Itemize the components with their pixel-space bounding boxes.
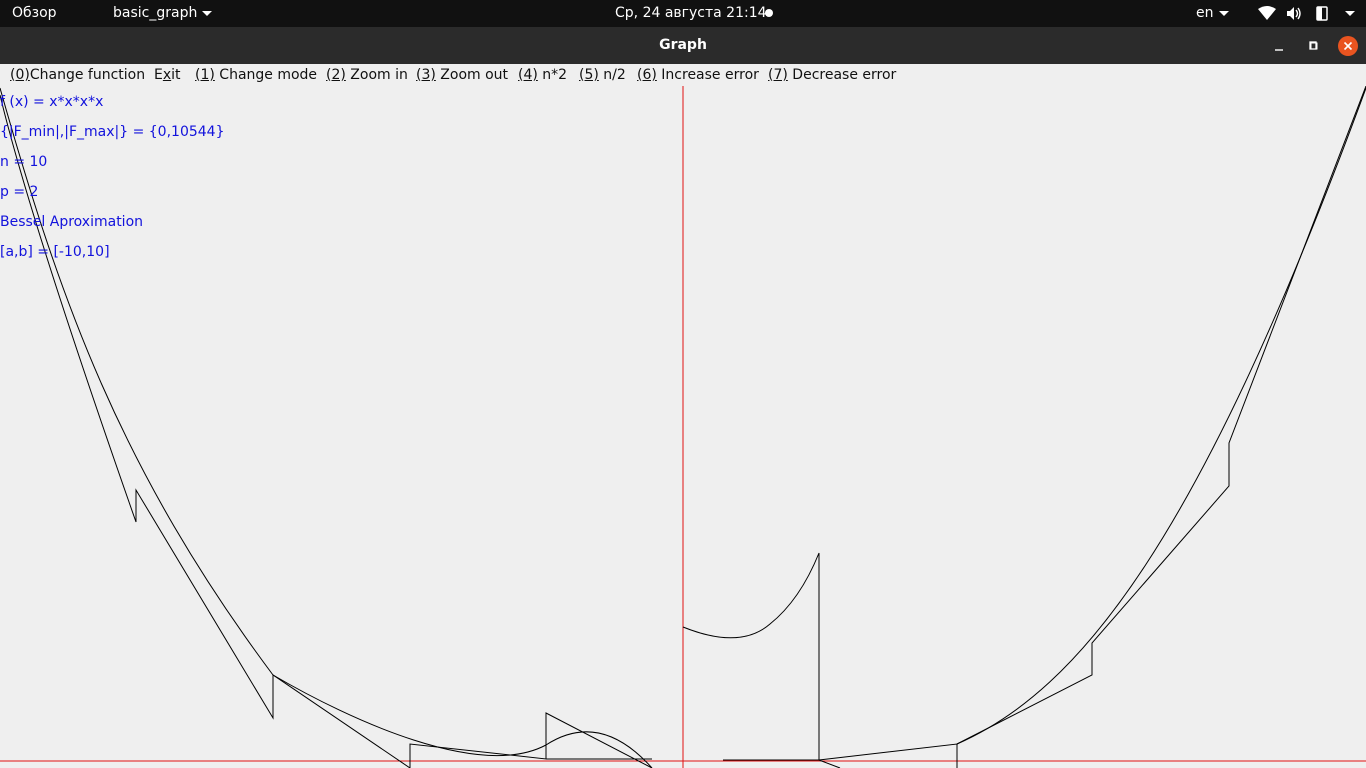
battery-icon[interactable] (1314, 6, 1332, 21)
graph-svg (0, 86, 1366, 768)
chevron-down-icon[interactable] (1345, 11, 1355, 16)
app-menu[interactable]: basic_graph (113, 5, 213, 22)
menu-label: Increase error (656, 67, 759, 83)
menu-decrease-error[interactable]: (7) Decrease error (768, 67, 896, 83)
shortcut-key: (5) (579, 67, 599, 83)
volume-icon[interactable] (1286, 6, 1302, 21)
language-switcher[interactable]: en (1196, 5, 1229, 22)
menu-label: Zoom out (435, 67, 509, 83)
shortcut-key: (7) (768, 67, 788, 83)
shortcut-key: x (162, 67, 172, 83)
language-label: en (1196, 5, 1214, 21)
menu-exit[interactable]: Exit (154, 67, 181, 83)
shortcut-key: (2) (326, 67, 346, 83)
info-method: Bessel Aproximation (0, 214, 144, 230)
minimize-icon[interactable] (1271, 38, 1287, 54)
graph-canvas[interactable]: f (x) = x*x*x*x {|F_min|,|F_max|} = {0,1… (0, 86, 1366, 768)
window-title: Graph (659, 37, 707, 53)
menu-label: n/2 (598, 67, 626, 83)
close-icon[interactable] (1338, 36, 1358, 56)
chevron-down-icon (1218, 10, 1229, 16)
shortcut-key: (0) (10, 67, 30, 83)
menu-zoom-out[interactable]: (3) Zoom out (416, 67, 508, 83)
info-n: n = 10 (0, 154, 48, 170)
wifi-icon[interactable] (1258, 6, 1276, 21)
menu-label: Zoom in (345, 67, 408, 83)
top-bar: Обзор basic_graph Ср, 24 августа 21:14 e… (0, 0, 1366, 27)
menu-label: E (154, 67, 163, 83)
menu-label: n*2 (537, 67, 568, 83)
menu-change-function[interactable]: (0)Change function (10, 67, 145, 83)
menu-label: Change function (29, 67, 146, 83)
menu-label: Change mode (214, 67, 318, 83)
info-range: {|F_min|,|F_max|} = {0,10544} (0, 124, 225, 140)
info-interval: [a,b] = [-10,10] (0, 244, 110, 260)
app-menu-label: basic_graph (113, 5, 198, 21)
shortcut-key: (4) (518, 67, 538, 83)
info-function: f (x) = x*x*x*x (0, 94, 104, 110)
notification-dot-icon (765, 9, 773, 17)
info-p: p = 2 (0, 184, 39, 200)
activities-button[interactable]: Обзор (12, 5, 57, 22)
menu-change-mode[interactable]: (1) Change mode (195, 67, 317, 83)
shortcut-key: (3) (416, 67, 436, 83)
clock[interactable]: Ср, 24 августа 21:14 (615, 5, 767, 22)
chevron-down-icon (202, 10, 213, 16)
menu-zoom-in[interactable]: (2) Zoom in (326, 67, 408, 83)
menu-label: it (171, 67, 181, 83)
window-titlebar: Graph (0, 27, 1366, 64)
shortcut-key: (6) (637, 67, 657, 83)
restore-icon[interactable] (1305, 38, 1321, 54)
menu-n-times-2[interactable]: (4) n*2 (518, 67, 567, 83)
menu-bar: (0)Change function Exit (1) Change mode … (0, 64, 1366, 86)
menu-n-div-2[interactable]: (5) n/2 (579, 67, 626, 83)
menu-label: Decrease error (787, 67, 897, 83)
menu-increase-error[interactable]: (6) Increase error (637, 67, 759, 83)
shortcut-key: (1) (195, 67, 215, 83)
